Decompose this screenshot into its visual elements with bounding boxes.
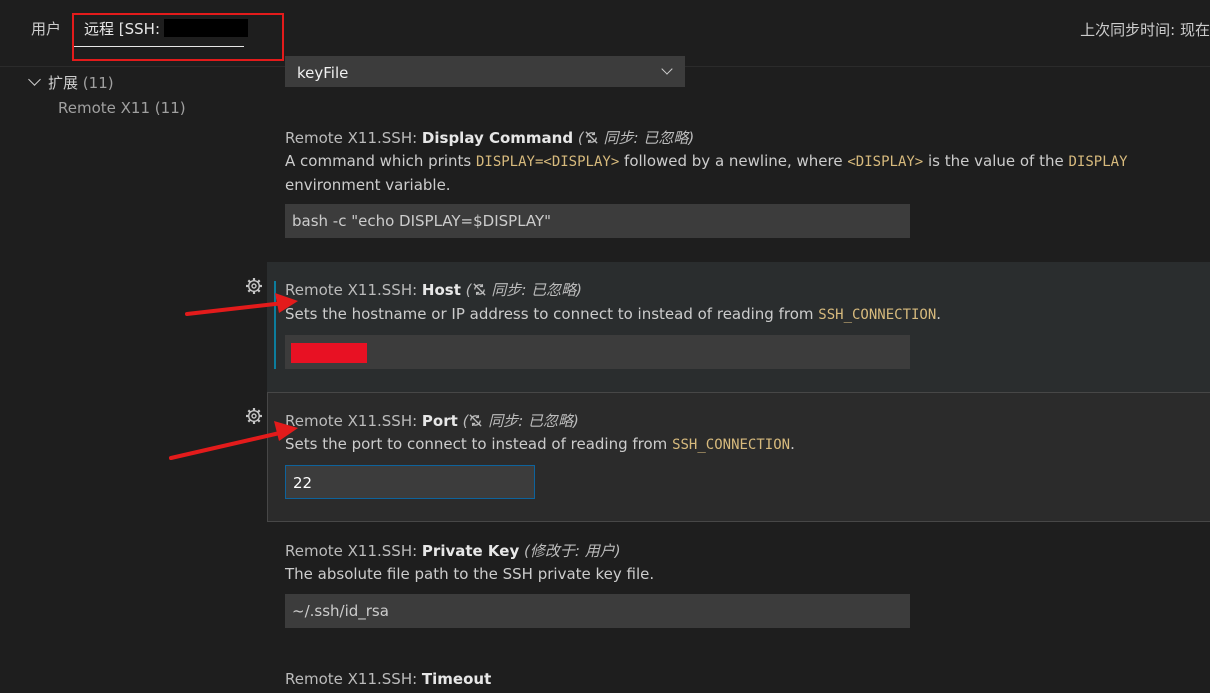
- annotation-arrow-port: [169, 421, 298, 460]
- annotation-arrow-host: [185, 293, 298, 316]
- annotation-arrows: [169, 293, 298, 460]
